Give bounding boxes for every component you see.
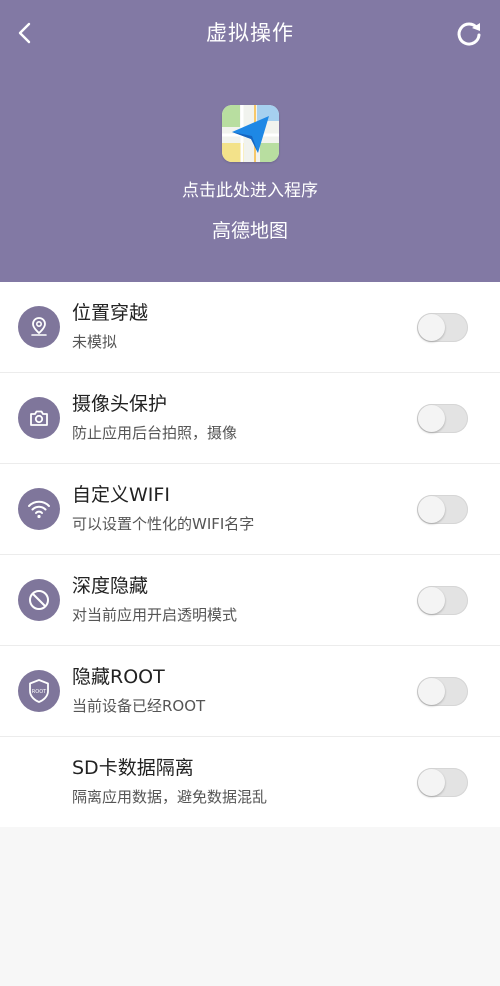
root-badge-text: ROOT <box>32 689 47 695</box>
root-toggle[interactable] <box>417 677 468 706</box>
amap-app-icon <box>222 105 279 162</box>
wifi-icon <box>18 488 60 530</box>
setting-subtitle: 未模拟 <box>72 333 118 351</box>
toggle-knob <box>418 314 445 341</box>
setting-title: 隐藏ROOT <box>72 666 165 688</box>
setting-subtitle: 防止应用后台拍照，摄像 <box>72 424 238 442</box>
no-entry-icon <box>18 579 60 621</box>
setting-title: 深度隐藏 <box>72 575 149 597</box>
wifi-toggle[interactable] <box>417 495 468 524</box>
refresh-icon <box>457 22 481 46</box>
camera-toggle[interactable] <box>417 404 468 433</box>
setting-subtitle: 当前设备已经ROOT <box>72 697 206 715</box>
setting-title: 自定义WIFI <box>72 484 170 506</box>
header: 虚拟操作 点击此处进入程序 高德地图 <box>0 0 500 282</box>
setting-row-wifi[interactable]: 自定义WIFI 可以设置个性化的WIFI名字 <box>0 464 500 555</box>
sd-toggle[interactable] <box>417 768 468 797</box>
refresh-button[interactable] <box>450 14 488 52</box>
app-icon[interactable] <box>222 105 279 162</box>
setting-title: 位置穿越 <box>72 302 149 324</box>
camera-icon <box>18 397 60 439</box>
setting-title: SD卡数据隔离 <box>72 757 194 779</box>
setting-row-root[interactable]: ROOT 隐藏ROOT 当前设备已经ROOT <box>0 646 500 737</box>
location-pin-icon <box>18 306 60 348</box>
toggle-knob <box>418 769 445 796</box>
hide-toggle[interactable] <box>417 586 468 615</box>
setting-row-location[interactable]: 位置穿越 未模拟 <box>0 282 500 373</box>
setting-subtitle: 隔离应用数据，避免数据混乱 <box>72 788 268 806</box>
root-shield-icon: ROOT <box>18 670 60 712</box>
setting-row-camera[interactable]: 摄像头保护 防止应用后台拍照，摄像 <box>0 373 500 464</box>
location-toggle[interactable] <box>417 313 468 342</box>
setting-row-hide[interactable]: 深度隐藏 对当前应用开启透明模式 <box>0 555 500 646</box>
toggle-knob <box>418 405 445 432</box>
toggle-knob <box>418 587 445 614</box>
setting-subtitle: 对当前应用开启透明模式 <box>72 606 238 624</box>
page-title: 虚拟操作 <box>206 21 294 45</box>
setting-title: 摄像头保护 <box>72 393 168 415</box>
app-name: 高德地图 <box>211 220 288 242</box>
toggle-knob <box>418 496 445 523</box>
toggle-knob <box>418 678 445 705</box>
setting-subtitle: 可以设置个性化的WIFI名字 <box>72 515 255 533</box>
setting-row-sd[interactable]: SD卡数据隔离 隔离应用数据，避免数据混乱 <box>0 737 500 827</box>
enter-program-link[interactable]: 点击此处进入程序 <box>0 178 500 204</box>
settings-list: 位置穿越 未模拟 摄像头保护 防止应用后台拍照，摄像 自定义WIFI 可以设置个… <box>0 282 500 827</box>
